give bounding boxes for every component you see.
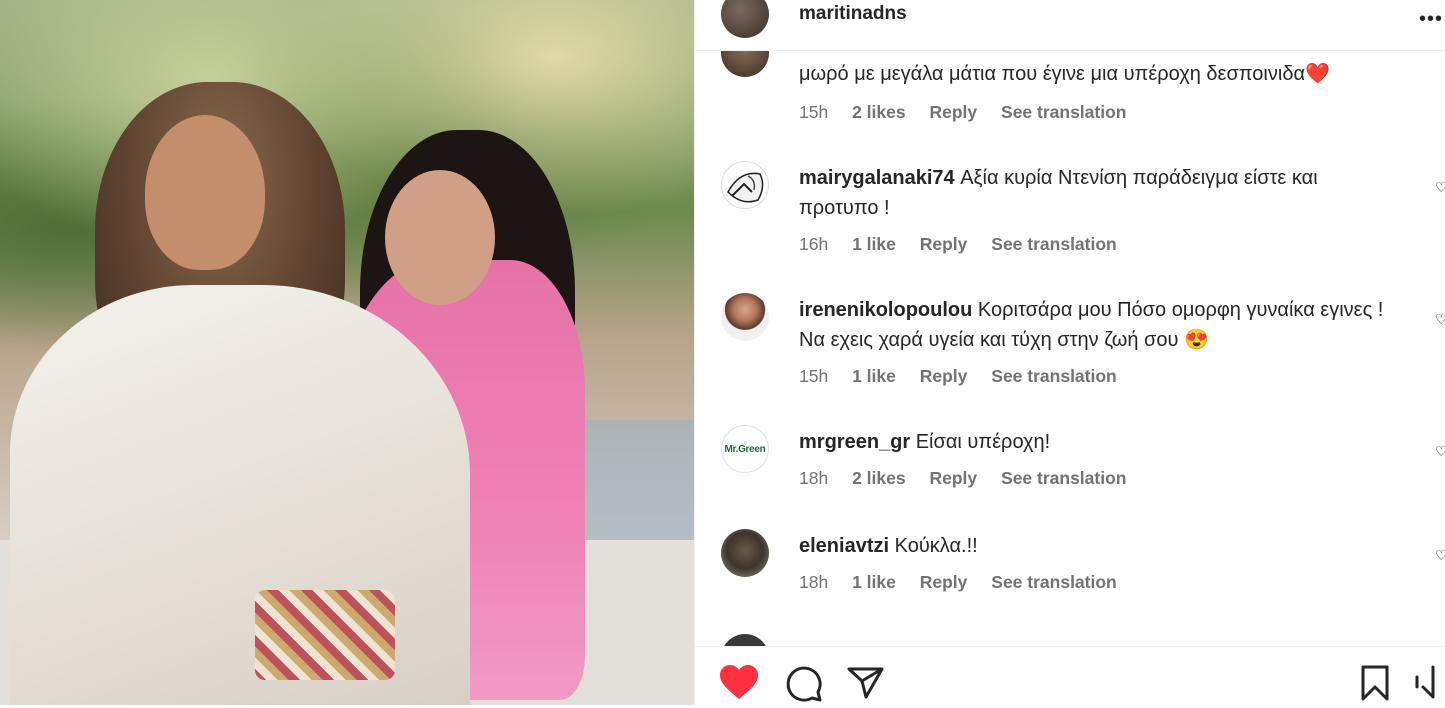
comment-username[interactable]: irenenikolopoulou: [799, 299, 972, 321]
reply-button[interactable]: Reply: [929, 468, 977, 488]
more-horizontal-icon[interactable]: •••: [1419, 8, 1443, 31]
comment-likes[interactable]: 1 like: [852, 572, 896, 592]
send-icon[interactable]: [847, 665, 885, 706]
comment-username[interactable]: mrgreen_gr: [799, 431, 910, 453]
comment-avatar[interactable]: [721, 293, 769, 341]
photo-scarf: [255, 590, 395, 680]
see-translation-button[interactable]: See translation: [1001, 468, 1126, 488]
comment-meta: 18h 1 like Reply See translation: [799, 572, 1136, 593]
comment-text: μωρό με μεγάλα μάτια που έγινε μια υπέρο…: [799, 59, 1389, 89]
comment-like-heart-icon[interactable]: ♡: [1435, 443, 1445, 460]
comment-username[interactable]: eleniavtzi: [799, 535, 889, 557]
comment-like-heart-icon[interactable]: ♡: [1435, 311, 1445, 328]
see-translation-button[interactable]: See translation: [991, 234, 1116, 254]
comment-time[interactable]: 18h: [799, 572, 828, 592]
post-photo[interactable]: [0, 0, 694, 705]
photo-woman-face: [145, 115, 265, 270]
photo-woman-shirt: [10, 285, 470, 705]
comment-text: mrgreen_gr Είσαι υπέροχη!: [799, 427, 1389, 457]
see-translation-button[interactable]: See translation: [991, 572, 1116, 592]
comment-like-heart-icon[interactable]: ♡: [1435, 179, 1445, 196]
photo-girl-face: [385, 170, 495, 305]
comment-text: mairygalanaki74 Αξία κυρία Ντενίση παράδ…: [799, 163, 1389, 223]
comment-like-heart-icon[interactable]: ♡: [1435, 547, 1445, 564]
reply-button[interactable]: Reply: [929, 102, 977, 122]
comment-avatar[interactable]: [721, 529, 769, 577]
comments-list[interactable]: μωρό με μεγάλα μάτια που έγινε μια υπέρο…: [695, 51, 1445, 646]
bookmark-icon[interactable]: [1360, 665, 1390, 706]
post-header: maritinadns •••: [695, 0, 1445, 55]
comment-meta: 15h 2 likes Reply See translation: [799, 102, 1145, 123]
comment-time[interactable]: 15h: [799, 102, 828, 122]
reply-button[interactable]: Reply: [920, 234, 968, 254]
comment-meta: 16h 1 like Reply See translation: [799, 234, 1136, 255]
comment-avatar[interactable]: [721, 161, 769, 209]
comment-username[interactable]: mairygalanaki74: [799, 167, 955, 189]
comment-body: Κούκλα.!!: [894, 535, 978, 557]
see-translation-button[interactable]: See translation: [1001, 102, 1126, 122]
comment-likes[interactable]: 2 likes: [852, 468, 906, 488]
comment-time[interactable]: 16h: [799, 234, 828, 254]
comment-likes[interactable]: 1 like: [852, 234, 896, 254]
see-translation-button[interactable]: See translation: [991, 366, 1116, 386]
comment-body: μωρό με μεγάλα μάτια που έγινε μια υπέρο…: [799, 63, 1330, 85]
post-side-panel: maritinadns ••• μωρό με μεγάλα μάτια που…: [694, 0, 1445, 705]
comment-meta: 15h 1 like Reply See translation: [799, 366, 1136, 387]
comment-likes[interactable]: 2 likes: [852, 102, 906, 122]
comment-time[interactable]: 18h: [799, 468, 828, 488]
comment-text: irenenikolopoulou Κοριτσάρα μου Πόσο ομο…: [799, 295, 1389, 355]
comment-avatar[interactable]: [721, 51, 769, 77]
mrgreen-logo-text: Mr.Green: [724, 443, 766, 455]
comment-avatar[interactable]: Mr.Green: [721, 425, 769, 473]
comment-text: eleniavtzi Κούκλα.!!: [799, 531, 1389, 561]
sketch-avatar-icon: [727, 172, 764, 203]
comment-time[interactable]: 15h: [799, 366, 828, 386]
reply-button[interactable]: Reply: [920, 572, 968, 592]
post-actions: [695, 647, 1445, 705]
download-arrow-icon[interactable]: [1415, 665, 1445, 706]
comment-likes[interactable]: 1 like: [852, 366, 896, 386]
reply-button[interactable]: Reply: [920, 366, 968, 386]
comment-avatar[interactable]: [721, 634, 769, 646]
comment-meta: 18h 2 likes Reply See translation: [799, 468, 1145, 489]
heart-filled-icon[interactable]: [719, 665, 759, 706]
comment-icon[interactable]: [785, 665, 823, 708]
comment-body: Είσαι υπέροχη!: [915, 431, 1051, 453]
author-username[interactable]: maritinadns: [799, 3, 907, 25]
author-avatar[interactable]: [721, 0, 769, 38]
